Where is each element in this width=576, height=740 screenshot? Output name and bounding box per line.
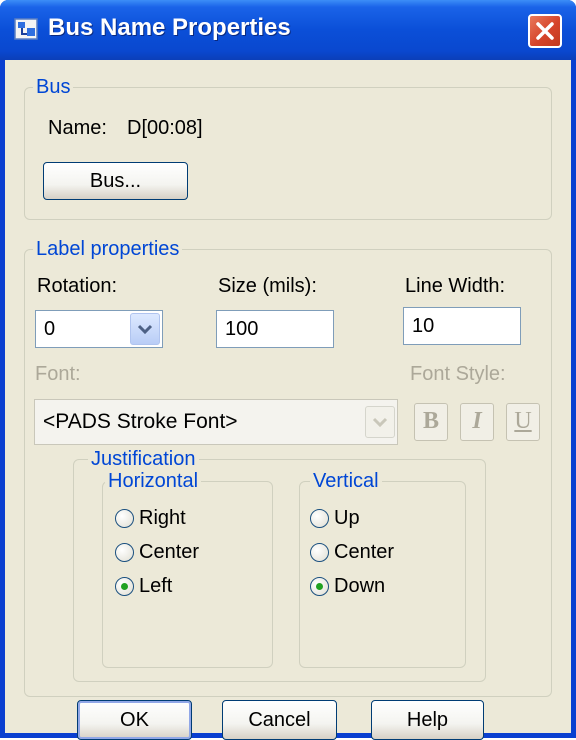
- radio-button-selected[interactable]: [115, 577, 134, 596]
- vertical-legend: Vertical: [310, 470, 382, 492]
- ok-button[interactable]: OK: [77, 700, 192, 740]
- rotation-dropdown-button[interactable]: [130, 313, 160, 345]
- chevron-down-icon: [137, 324, 153, 335]
- bus-group-legend: Bus: [33, 76, 74, 98]
- underline-button[interactable]: U: [506, 403, 540, 441]
- window-title: Bus Name Properties: [48, 14, 291, 41]
- dialog-window: Bus Name Properties Bus Name: D[00:08] B…: [0, 0, 576, 740]
- close-icon: [536, 22, 554, 40]
- radio-label: Right: [139, 507, 186, 529]
- chevron-down-icon: [372, 417, 388, 428]
- bold-button[interactable]: B: [414, 403, 448, 441]
- radio-button[interactable]: [310, 543, 329, 562]
- size-label: Size (mils):: [218, 275, 317, 297]
- dialog-body: Bus Name: D[00:08] Bus... Label properti…: [5, 60, 571, 740]
- rotation-label: Rotation:: [37, 275, 118, 297]
- bus-group: Bus: [24, 76, 552, 220]
- title-bar[interactable]: Bus Name Properties: [0, 0, 576, 60]
- font-dropdown-button[interactable]: [365, 406, 395, 438]
- font-label: Font:: [35, 363, 81, 385]
- radio-label: Up: [334, 507, 360, 529]
- radio-label: Center: [139, 541, 200, 563]
- radio-selected-dot: [316, 583, 323, 590]
- italic-button[interactable]: I: [460, 403, 494, 441]
- label-properties-legend: Label properties: [33, 238, 183, 260]
- size-input[interactable]: 100: [216, 310, 334, 348]
- bus-name-label: Name:: [48, 117, 107, 139]
- rotation-value: 0: [44, 318, 56, 340]
- font-value: <PADS Stroke Font>: [43, 410, 238, 433]
- radio-selected-dot: [121, 583, 128, 590]
- help-button[interactable]: Help: [371, 700, 484, 740]
- font-select[interactable]: <PADS Stroke Font>: [34, 399, 398, 445]
- line-width-input[interactable]: 10: [403, 307, 521, 345]
- radio-button[interactable]: [115, 509, 134, 528]
- radio-label: Down: [334, 575, 386, 597]
- horizontal-legend: Horizontal: [105, 470, 202, 492]
- radio-button-selected[interactable]: [310, 577, 329, 596]
- radio-label: Center: [334, 541, 395, 563]
- app-icon: [14, 18, 38, 40]
- close-button[interactable]: [528, 14, 562, 48]
- radio-label: Left: [139, 575, 173, 597]
- cancel-button[interactable]: Cancel: [222, 700, 337, 740]
- line-width-label: Line Width:: [405, 275, 506, 297]
- rotation-select[interactable]: 0: [35, 310, 163, 348]
- radio-button[interactable]: [115, 543, 134, 562]
- bus-button[interactable]: Bus...: [43, 162, 188, 200]
- font-style-label: Font Style:: [410, 363, 506, 385]
- radio-button[interactable]: [310, 509, 329, 528]
- bus-name-value: D[00:08]: [127, 117, 203, 139]
- justification-legend: Justification: [88, 448, 199, 470]
